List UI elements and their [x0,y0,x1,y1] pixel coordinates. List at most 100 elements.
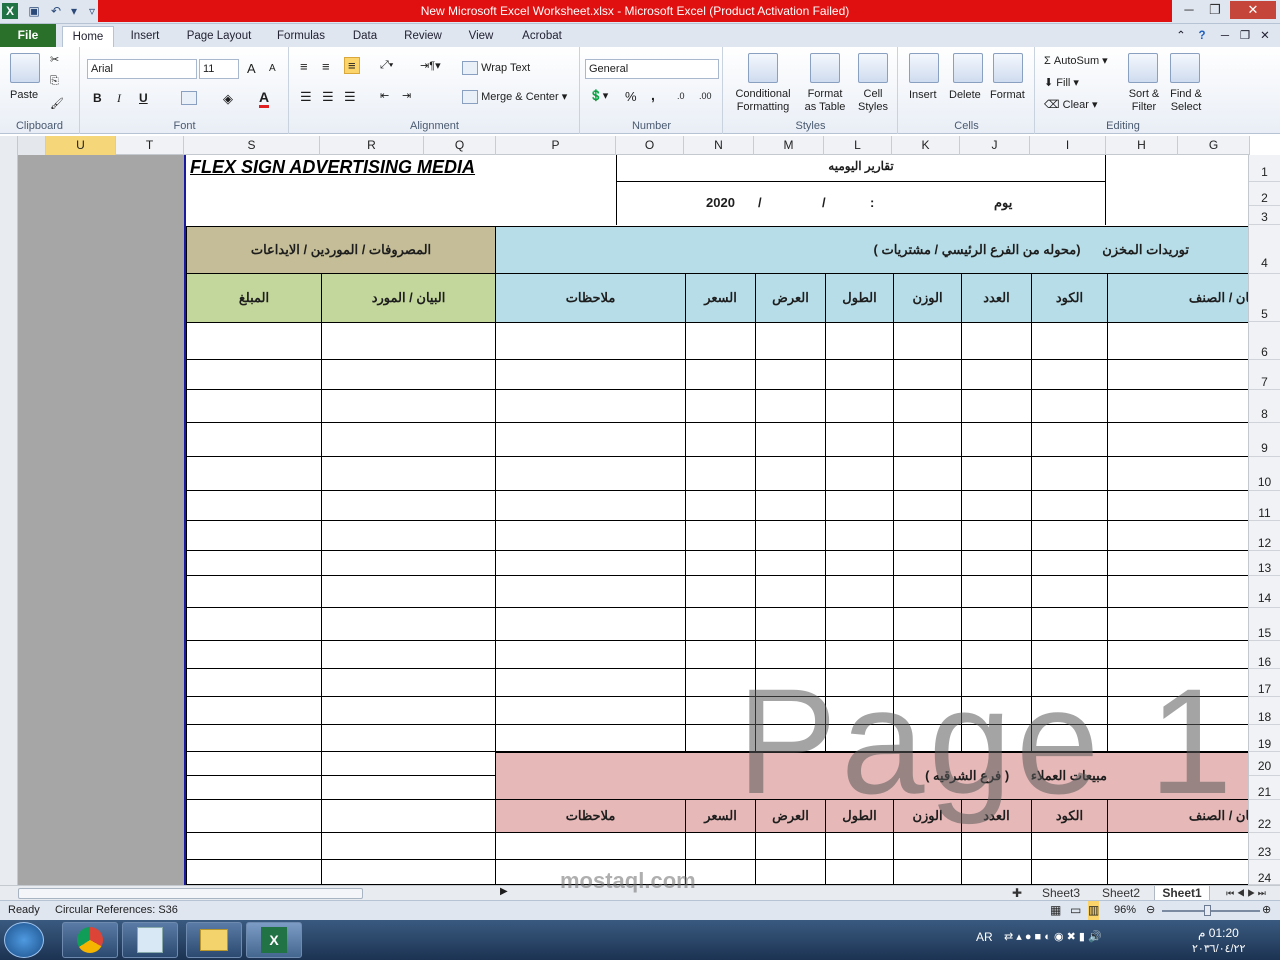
grid-cell[interactable] [756,390,826,423]
grid-cell[interactable] [186,800,322,833]
grid-cell[interactable] [1108,576,1248,608]
col-header-N[interactable]: N [684,136,754,155]
grid-cell[interactable] [186,725,322,752]
row-header[interactable]: 9 [1249,423,1280,457]
row-header[interactable]: 24 [1249,860,1280,885]
grid-cell[interactable] [496,576,686,608]
paste-icon[interactable] [10,53,40,83]
align-top-icon[interactable]: ≡ [300,59,308,74]
grid-cell[interactable] [496,323,686,360]
grid-cell[interactable] [1032,608,1108,641]
grid-cell[interactable] [894,491,962,521]
grid-cell[interactable] [496,360,686,390]
text-direction-icon[interactable]: ⇥¶▾ [420,59,441,72]
grid-cell[interactable] [686,491,756,521]
zoom-in-icon[interactable]: ⊕ [1262,901,1271,920]
merge-center-button[interactable]: Merge & Center ▾ [462,90,567,105]
grid-cell[interactable] [186,833,322,860]
grid-cell[interactable] [1108,423,1248,457]
col-header-K[interactable]: K [892,136,960,155]
tab-acrobat[interactable]: Acrobat [514,26,570,47]
grid-cell[interactable] [496,390,686,423]
grid-cell[interactable] [962,608,1032,641]
grid-cell[interactable] [186,576,322,608]
grid-cell[interactable] [186,521,322,551]
grid-cell[interactable] [186,752,322,776]
grid-cell[interactable] [1032,323,1108,360]
insert-sheet-icon[interactable]: ✚ [1006,886,1028,901]
grid-cell[interactable] [826,323,894,360]
grid-cell[interactable] [962,323,1032,360]
grid-cell[interactable] [496,669,686,697]
grid-cell[interactable] [894,860,962,885]
bold-button[interactable]: B [93,91,102,105]
comma-button[interactable]: , [651,87,655,103]
grid-cell[interactable] [496,457,686,491]
grid-cell[interactable] [322,725,496,752]
grid-cell[interactable] [826,390,894,423]
circular-references[interactable]: Circular References: S36 [55,901,178,920]
cut-icon[interactable]: ✂ [50,53,59,66]
row-header[interactable]: 18 [1249,697,1280,725]
header-supplier[interactable]: البيان / المورد [322,274,496,323]
left-scroll-panel[interactable] [0,136,18,885]
grid-cell[interactable] [826,551,894,576]
header-code[interactable]: الكود [1032,274,1108,323]
grid-cell[interactable] [826,833,894,860]
grid-cell[interactable] [826,576,894,608]
grid-cell[interactable] [322,576,496,608]
grid-cell[interactable] [322,860,496,885]
language-indicator[interactable]: AR [976,930,993,944]
grid-cell[interactable] [322,457,496,491]
grid-cell[interactable] [1108,323,1248,360]
grid-cell[interactable] [686,551,756,576]
tab-home[interactable]: Home [62,26,114,47]
grid-cell[interactable] [686,521,756,551]
grid-cell[interactable] [826,457,894,491]
grid-cell[interactable] [894,608,962,641]
font-color-button[interactable]: A [259,89,270,108]
accounting-format-icon[interactable]: 💲▾ [589,89,608,102]
grid-cell[interactable] [962,860,1032,885]
grid-cell[interactable] [1032,457,1108,491]
clear-button[interactable]: ⌫ Clear ▾ [1044,98,1098,111]
header-notes[interactable]: ملاحظات [496,274,686,323]
cell-styles-icon[interactable] [858,53,888,83]
grid-cell[interactable] [686,423,756,457]
insert-cells-icon[interactable] [909,53,939,83]
align-middle-icon[interactable]: ≡ [322,59,330,74]
format-as-table-icon[interactable] [810,53,840,83]
conditional-formatting-icon[interactable] [748,53,778,83]
xceed-taskbar-button[interactable] [122,922,178,958]
grid-cell[interactable] [186,608,322,641]
grid-cell[interactable] [1108,457,1248,491]
grid-cell[interactable] [894,551,962,576]
start-button[interactable] [4,922,44,958]
tab-file[interactable]: File [0,24,56,47]
row-header[interactable]: 14 [1249,576,1280,608]
col-header-O[interactable]: O [616,136,684,155]
excel-taskbar-button[interactable]: X [246,922,302,958]
grid-cell[interactable] [496,608,686,641]
fill-button[interactable]: ⬇ Fill ▾ [1044,76,1079,89]
close-button[interactable]: ✕ [1230,1,1276,19]
percent-button[interactable]: % [625,89,637,104]
grid-cell[interactable] [826,860,894,885]
align-center-icon[interactable]: ☰ [322,89,334,105]
header-weight[interactable]: الوزن [894,274,962,323]
grid-cell[interactable] [1108,608,1248,641]
col-header-R[interactable]: R [320,136,424,155]
grid-cell[interactable] [322,521,496,551]
col-header-Q[interactable]: Q [424,136,496,155]
grid-cell[interactable] [962,457,1032,491]
page-break-view-icon[interactable]: ▥ [1088,901,1100,920]
grid-cell[interactable] [186,860,322,885]
grid-cell[interactable] [686,576,756,608]
grid-cell[interactable] [186,697,322,725]
grid-cell[interactable] [686,360,756,390]
row-header[interactable]: 4 [1249,225,1280,274]
grid-cell[interactable] [756,551,826,576]
row-header[interactable]: 16 [1249,641,1280,669]
restore-button[interactable]: ❐ [1202,1,1228,19]
row-header[interactable]: 6 [1249,322,1280,360]
